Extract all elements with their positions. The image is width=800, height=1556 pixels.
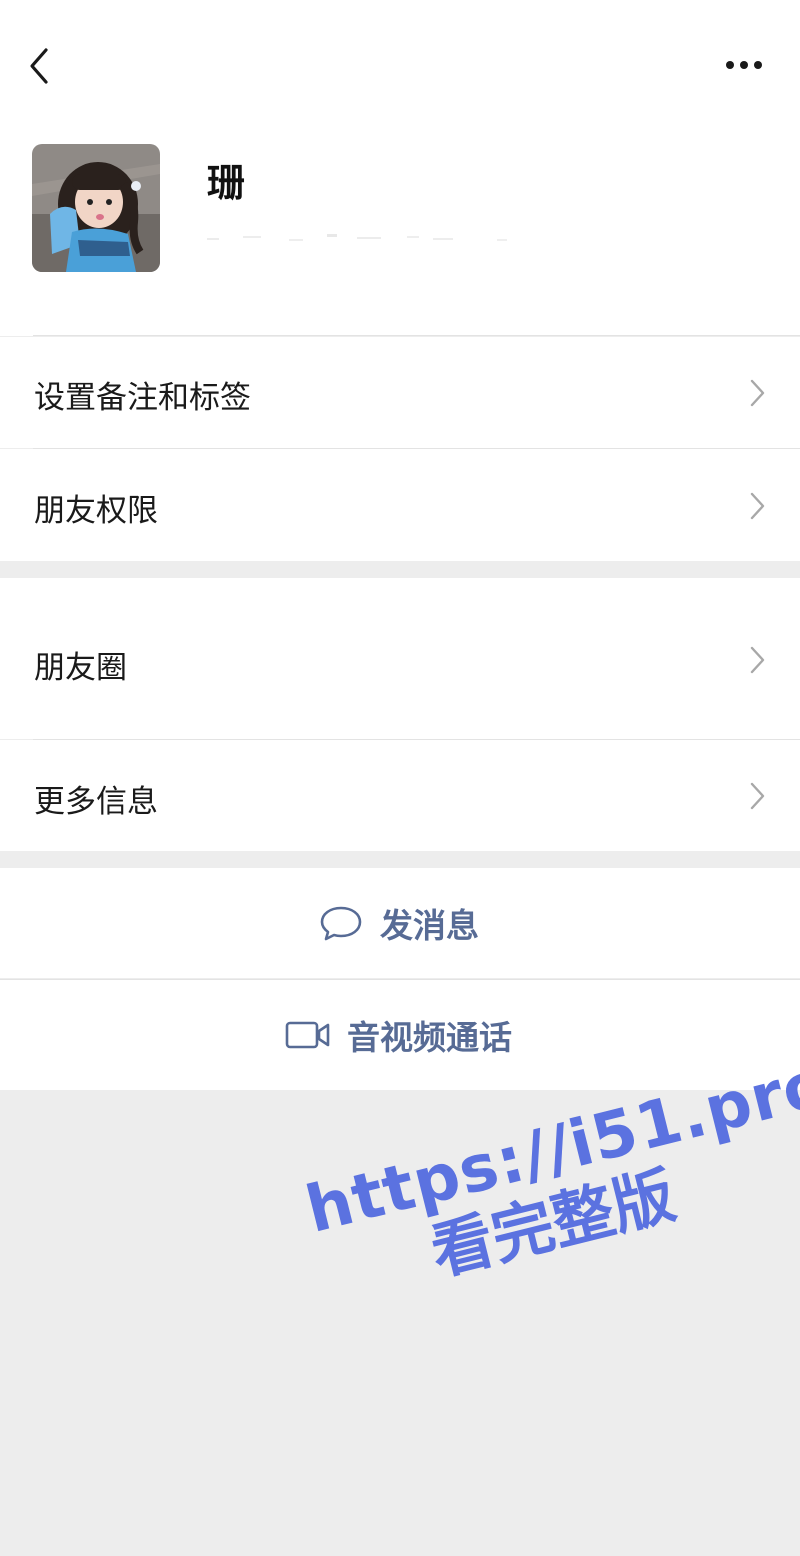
chevron-right-icon [750,492,765,520]
chat-bubble-icon [320,906,362,941]
video-camera-icon [285,1021,330,1049]
profile-header: 珊 [0,130,800,336]
top-bar [0,0,800,130]
blurred-subtitle [207,234,507,241]
row-remarks-tags[interactable]: 设置备注和标签 [0,337,800,448]
chevron-right-icon [750,646,765,674]
row-label: 朋友权限 [34,493,158,529]
more-options-icon[interactable] [718,48,770,82]
row-more-info[interactable]: 更多信息 [0,740,800,851]
avatar[interactable] [32,144,160,272]
video-call-content: 音视频通话 [285,980,512,1090]
divider [33,335,800,336]
watermark: https://i51.pro 看完整版 [299,1047,800,1393]
profile-name: 珊 [207,161,246,205]
row-label: 朋友圈 [34,650,127,686]
chevron-right-icon [750,782,765,810]
send-message-label: 发消息 [380,906,479,945]
divider [0,979,800,980]
row-moments[interactable]: 朋友圈 [0,578,800,739]
video-call-label: 音视频通话 [347,1018,512,1057]
chevron-right-icon [750,379,765,407]
row-friend-permissions[interactable]: 朋友权限 [0,449,800,561]
back-icon[interactable] [22,44,58,88]
send-message-content: 发消息 [318,868,479,978]
row-label: 更多信息 [34,784,158,820]
send-message-button[interactable]: 发消息 [0,868,800,978]
video-call-button[interactable]: 音视频通话 [0,980,800,1090]
row-label: 设置备注和标签 [34,380,251,416]
